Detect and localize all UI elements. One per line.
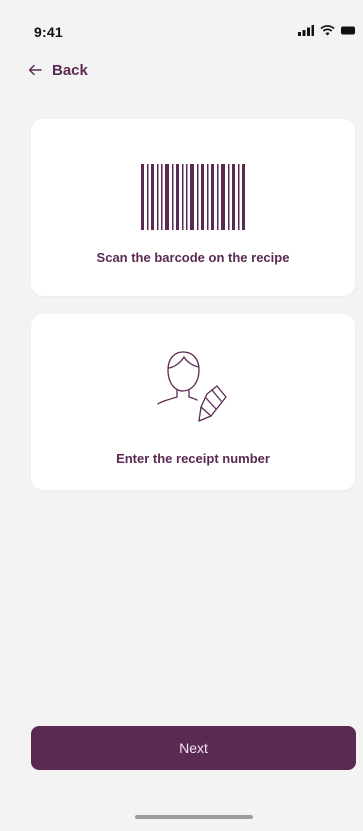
scan-barcode-option[interactable]: Scan the barcode on the recipe — [31, 119, 355, 296]
status-icons — [298, 25, 355, 36]
enter-receipt-option[interactable]: Enter the receipt number — [31, 314, 355, 490]
screen: 9:41 Back Scan the barcode on the recipe… — [0, 0, 363, 831]
status-bar: 9:41 — [0, 0, 363, 64]
signal-icon — [298, 25, 314, 36]
wifi-icon — [320, 25, 335, 36]
person-pencil-icon — [155, 350, 231, 440]
back-label: Back — [52, 62, 88, 79]
home-indicator[interactable] — [135, 815, 253, 819]
scan-barcode-label: Scan the barcode on the recipe — [96, 250, 290, 265]
arrow-left-icon — [28, 61, 42, 80]
next-button[interactable]: Next — [31, 726, 356, 770]
battery-icon — [341, 25, 355, 36]
barcode-icon — [141, 164, 245, 234]
back-button[interactable]: Back — [28, 61, 88, 80]
status-time: 9:41 — [34, 24, 63, 40]
enter-receipt-label: Enter the receipt number — [116, 451, 270, 466]
